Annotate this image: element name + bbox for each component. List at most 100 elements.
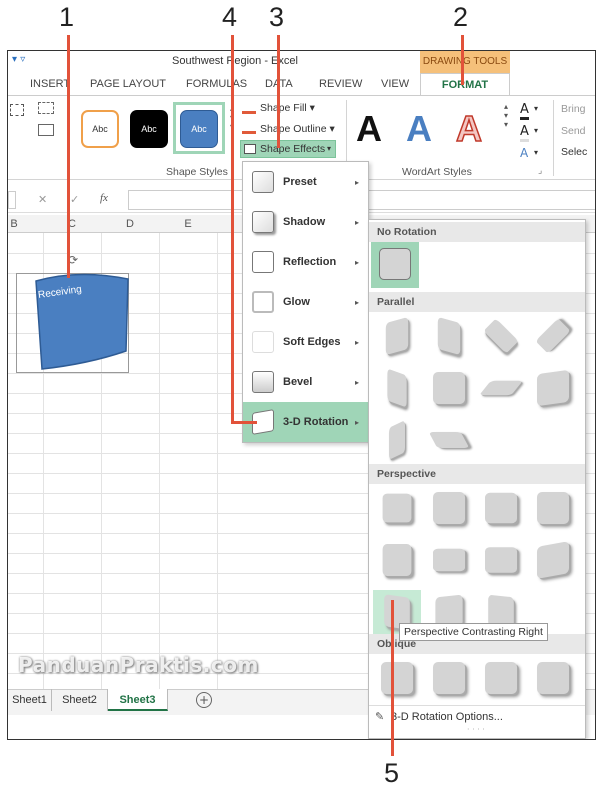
section-perspective: Perspective — [369, 464, 585, 484]
chevron-right-icon: ▸ — [354, 217, 359, 227]
perspective-rotation-option[interactable] — [425, 538, 473, 584]
wordart-blue[interactable]: A — [406, 108, 432, 150]
menu-item-soft-edges[interactable]: Soft Edges ▸ — [243, 322, 369, 362]
shape-outline-button[interactable]: Shape Outline ▾ — [260, 123, 335, 135]
parallel-rotation-option[interactable] — [373, 314, 421, 360]
dialog-launcher-icon[interactable]: ⌟ — [538, 166, 542, 176]
shape-effects-button[interactable]: Shape Effects ▾ — [240, 140, 336, 158]
perspective-rotation-option[interactable] — [529, 538, 577, 584]
fx-icon[interactable]: fx — [100, 192, 108, 204]
sheet-tab-sheet3[interactable]: Sheet3 — [108, 689, 168, 711]
wordart-scroll-icon[interactable]: ▴ ▾ ▾ — [504, 102, 508, 129]
menu-label: Shadow — [283, 216, 326, 228]
chevron-right-icon: ▸ — [354, 377, 359, 387]
shape-style-blue[interactable]: Abc — [180, 110, 218, 148]
tab-insert[interactable]: INSERT — [30, 73, 70, 95]
chevron-down-icon: ▾ — [327, 144, 332, 153]
perspective-rotation-option[interactable] — [425, 486, 473, 532]
text-effects-icon[interactable]: A — [520, 146, 528, 160]
chevron-down-icon: ▾ — [534, 126, 539, 135]
menu-item-preset[interactable]: Preset ▸ — [243, 162, 369, 202]
oblique-rotation-option[interactable] — [529, 656, 577, 702]
perspective-rotation-option[interactable] — [477, 486, 525, 532]
shape-fill-label: Shape Fill — [260, 102, 307, 114]
perspective-rotation-option[interactable] — [477, 538, 525, 584]
column-header-d[interactable]: D — [101, 215, 159, 233]
rotation-options-icon: ✎ — [375, 710, 385, 723]
tab-formulas[interactable]: FORMULAS — [186, 73, 247, 95]
shape-fill-button[interactable]: Shape Fill ▾ — [260, 102, 315, 114]
shape-effects-icon — [244, 144, 256, 154]
menu-item-shadow[interactable]: Shadow ▸ — [243, 202, 369, 242]
tooltip: Perspective Contrasting Right — [399, 623, 548, 641]
chevron-down-icon: ▾ — [534, 148, 539, 157]
sheet-tab-sheet2[interactable]: Sheet2 — [52, 689, 108, 711]
text-fill-icon[interactable]: A — [520, 102, 529, 120]
menu-label: Bevel — [283, 376, 313, 388]
tab-format[interactable]: FORMAT — [420, 73, 510, 95]
parallel-rotation-option[interactable] — [529, 366, 577, 412]
column-header-c[interactable]: C — [43, 215, 101, 233]
rotation-preview-icon — [485, 547, 517, 573]
selection-pane-button[interactable]: Selec — [561, 146, 587, 158]
parallel-rotation-option[interactable] — [425, 418, 473, 464]
perspective-rotation-option[interactable] — [373, 538, 421, 584]
parallel-rotation-option[interactable] — [373, 366, 421, 412]
text-box-icon[interactable] — [38, 124, 54, 136]
parallel-rotation-option[interactable] — [477, 366, 525, 412]
parallel-rotation-option[interactable] — [425, 366, 473, 412]
quick-access-icon[interactable]: ▾ ▿ — [12, 54, 25, 65]
wordart-black[interactable]: A — [356, 108, 382, 150]
rotation-options-link[interactable]: 3-D Rotation Options... — [391, 711, 503, 723]
bring-forward-button[interactable]: Bring — [561, 103, 586, 115]
tab-page-layout[interactable]: PAGE LAYOUT — [90, 73, 166, 95]
column-header-b[interactable]: B — [8, 215, 20, 233]
callout-line-4h — [231, 421, 257, 424]
parallel-rotation-option[interactable] — [477, 314, 525, 360]
perspective-rotation-option[interactable] — [529, 486, 577, 532]
shape-effects-label: Shape Effects — [260, 143, 326, 155]
parallel-rotation-option[interactable] — [373, 418, 421, 464]
shape-tool-icon[interactable] — [10, 104, 24, 116]
shape-style-orange[interactable]: Abc — [81, 110, 119, 148]
menu-item-bevel[interactable]: Bevel ▸ — [243, 362, 369, 402]
edit-shape-icon[interactable] — [38, 102, 54, 114]
tab-view[interactable]: VIEW — [381, 73, 409, 95]
drawing-tools-label: DRAWING TOOLS — [420, 51, 510, 73]
sheet-tab-sheet1[interactable]: Sheet1 — [8, 689, 52, 711]
rotation-preview-icon — [433, 372, 465, 404]
shape-fill-icon — [242, 104, 256, 114]
send-backward-button[interactable]: Send — [561, 125, 586, 137]
resize-grip[interactable]: · · · · — [467, 725, 485, 734]
bevel-icon — [252, 371, 274, 393]
name-box[interactable] — [8, 191, 16, 209]
menu-item-reflection[interactable]: Reflection ▸ — [243, 242, 369, 282]
oblique-rotation-option[interactable] — [425, 656, 473, 702]
glow-icon — [252, 291, 274, 313]
callout-2: 2 — [453, 2, 469, 32]
no-rotation-option[interactable] — [371, 242, 419, 288]
rotation-preview-icon — [433, 492, 465, 524]
perspective-rotation-option[interactable] — [373, 486, 421, 532]
menu-item-glow[interactable]: Glow ▸ — [243, 282, 369, 322]
parallel-rotation-option[interactable] — [425, 314, 473, 360]
tab-review[interactable]: REVIEW — [319, 73, 362, 95]
rotation-preview-icon — [433, 662, 465, 694]
chevron-right-icon: ▸ — [354, 337, 359, 347]
rotation-preview-icon — [483, 318, 519, 354]
parallel-rotation-option[interactable] — [529, 314, 577, 360]
oblique-rotation-option[interactable] — [477, 656, 525, 702]
shape-effects-menu: Preset ▸ Shadow ▸ Reflection ▸ Glow ▸ Soft E… — [242, 161, 369, 443]
wordart-red-outline[interactable]: A — [455, 107, 483, 150]
add-sheet-icon[interactable]: + — [196, 692, 212, 708]
text-outline-icon[interactable]: A — [520, 124, 529, 142]
column-header-e[interactable]: E — [159, 215, 217, 233]
cancel-icon[interactable]: ✕ — [38, 193, 47, 206]
menu-item-3d-rotation[interactable]: 3-D Rotation ▸ — [243, 402, 369, 442]
shape-style-black[interactable]: Abc — [130, 110, 168, 148]
callout-1: 1 — [59, 2, 75, 32]
rotation-gallery: No Rotation Parallel Perspective Oblique… — [368, 219, 586, 739]
confirm-icon[interactable]: ✓ — [70, 193, 79, 206]
oblique-rotation-option[interactable] — [373, 656, 421, 702]
callout-line-4 — [231, 35, 234, 424]
